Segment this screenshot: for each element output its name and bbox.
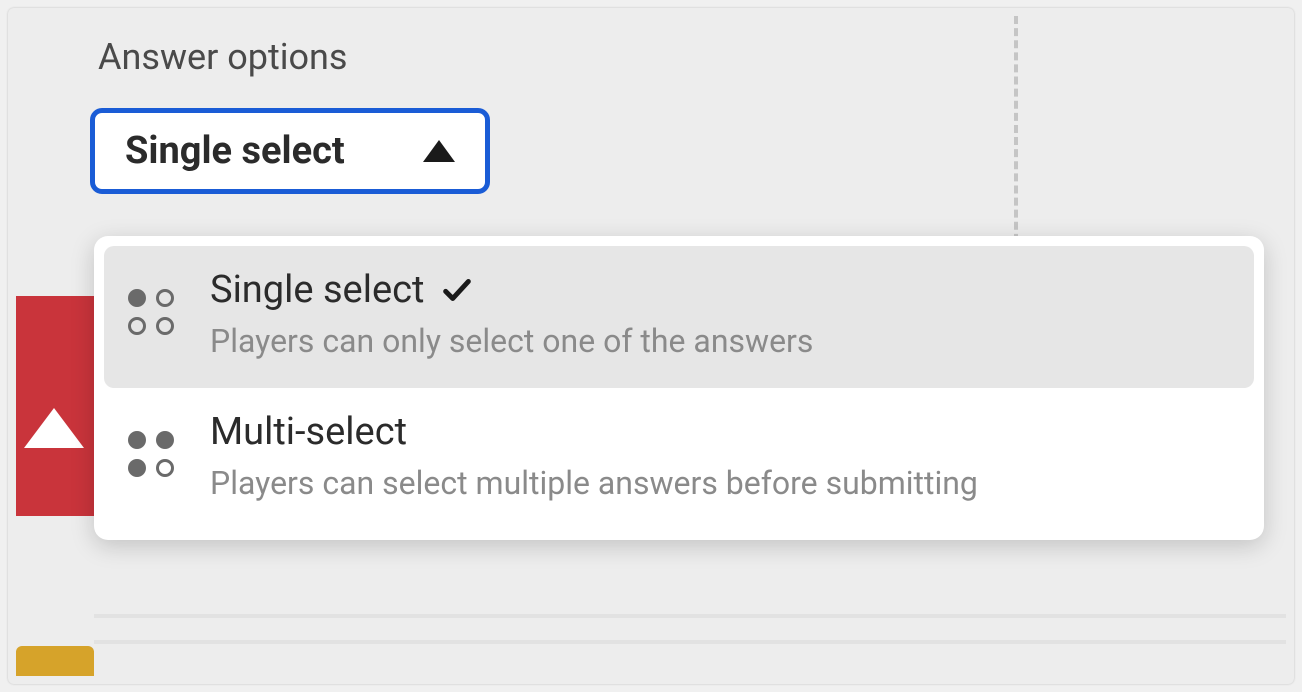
option-description: Players can select multiple answers befo…	[210, 464, 978, 502]
dropdown-menu: Single select Players can only select on…	[94, 236, 1264, 540]
option-title: Single select	[210, 268, 424, 312]
background-red-block	[16, 296, 94, 516]
check-icon	[440, 273, 474, 307]
dropdown-selected-label: Single select	[125, 129, 345, 173]
option-text: Multi-select Players can select multiple…	[210, 410, 978, 502]
option-multi-select[interactable]: Multi-select Players can select multiple…	[104, 388, 1254, 530]
caret-up-icon	[423, 140, 455, 162]
background-amber-block	[16, 646, 94, 676]
option-title: Multi-select	[210, 410, 407, 454]
multi-select-icon	[128, 431, 178, 481]
option-text: Single select Players can only select on…	[210, 268, 813, 360]
section-title: Answer options	[98, 36, 348, 78]
background-line	[94, 614, 1286, 618]
settings-panel: Answer options Single select Single sele…	[8, 8, 1294, 684]
vertical-divider	[1014, 16, 1018, 254]
option-single-select[interactable]: Single select Players can only select on…	[104, 246, 1254, 388]
option-description: Players can only select one of the answe…	[210, 322, 813, 360]
background-triangle-icon	[24, 408, 84, 448]
background-line	[94, 640, 1286, 644]
answer-options-dropdown[interactable]: Single select	[90, 108, 490, 194]
single-select-icon	[128, 289, 178, 339]
